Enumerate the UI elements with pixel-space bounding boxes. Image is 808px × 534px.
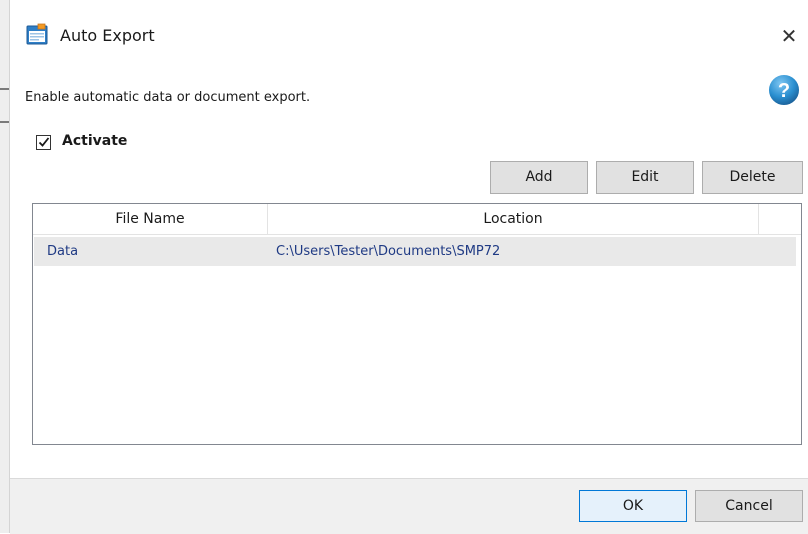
row-location: C:\Users\Tester\Documents\SMP72 xyxy=(276,244,501,259)
checkmark-icon xyxy=(38,137,50,147)
add-button[interactable]: Add xyxy=(490,161,588,194)
activate-label[interactable]: Activate xyxy=(62,133,127,149)
dialog-title: Auto Export xyxy=(60,26,155,45)
row-file-name: Data xyxy=(47,244,79,259)
dialog-footer xyxy=(10,478,808,534)
activate-checkbox[interactable] xyxy=(36,135,51,150)
dialog-description: Enable automatic data or document export… xyxy=(25,90,311,105)
help-button[interactable]: ? xyxy=(766,72,802,108)
column-header-filler xyxy=(759,204,801,234)
ok-button[interactable]: OK xyxy=(579,490,687,522)
close-button[interactable]: ✕ xyxy=(773,21,805,51)
help-glyph: ? xyxy=(778,80,790,102)
list-header: File Name Location xyxy=(33,204,801,235)
cancel-button[interactable]: Cancel xyxy=(695,490,803,522)
close-icon: ✕ xyxy=(780,24,798,48)
edit-button[interactable]: Edit xyxy=(596,161,694,194)
delete-button[interactable]: Delete xyxy=(702,161,803,194)
table-row[interactable]: Data C:\Users\Tester\Documents\SMP72 xyxy=(34,237,796,266)
edge-marker xyxy=(0,121,9,123)
help-question-icon: ? xyxy=(767,73,801,107)
auto-export-dialog: Auto Export ✕ Enable automatic data or d… xyxy=(10,0,808,534)
column-header-file-name[interactable]: File Name xyxy=(33,204,268,234)
auto-export-app-icon xyxy=(26,23,48,45)
edge-marker xyxy=(0,88,9,90)
background-window-edge xyxy=(0,0,10,533)
export-list[interactable]: File Name Location Data C:\Users\Tester\… xyxy=(32,203,802,445)
column-header-location[interactable]: Location xyxy=(268,204,759,234)
